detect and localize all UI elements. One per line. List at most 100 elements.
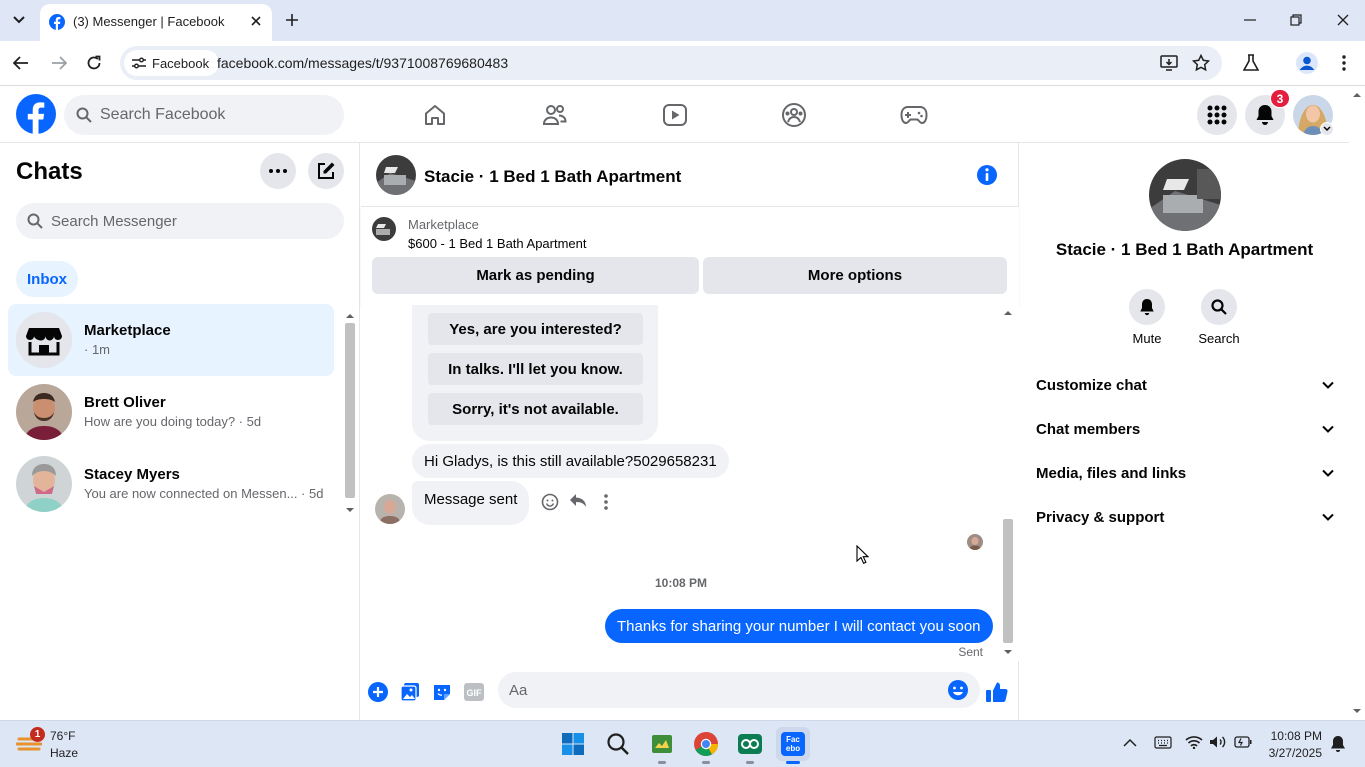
weather-condition[interactable]: Haze bbox=[50, 746, 78, 760]
reload-icon[interactable] bbox=[82, 51, 106, 75]
weather-temperature[interactable]: 76°F bbox=[50, 729, 75, 743]
incoming-message[interactable]: Message sent bbox=[412, 481, 530, 525]
wifi-icon[interactable] bbox=[1185, 735, 1203, 749]
listing-avatar[interactable] bbox=[376, 155, 416, 195]
search-in-conversation-action[interactable]: Search bbox=[1189, 289, 1249, 346]
restore-window-icon[interactable] bbox=[1284, 8, 1308, 32]
chats-options-button[interactable] bbox=[260, 153, 296, 189]
account-chevron-down-icon[interactable] bbox=[1320, 122, 1334, 136]
listing-title[interactable]: $600 - 1 Bed 1 Bath Apartment bbox=[408, 236, 587, 251]
info-icon[interactable] bbox=[975, 163, 999, 187]
browser-tab[interactable]: (3) Messenger | Facebook bbox=[40, 4, 272, 41]
chat-list-scrollbar[interactable] bbox=[343, 308, 357, 518]
facebook-taskbar-app[interactable]: Fac ebo bbox=[776, 727, 810, 764]
customize-chat-section[interactable]: Customize chat bbox=[1036, 373, 1334, 397]
privacy-support-section[interactable]: Privacy & support bbox=[1036, 505, 1334, 529]
windows-taskbar: 1 76°F Haze Fac ebo 10:08 PM 3/27/2025 bbox=[0, 720, 1365, 767]
site-info-chip[interactable]: Facebook bbox=[124, 50, 220, 76]
facebook-favicon-icon bbox=[49, 14, 65, 30]
video-icon[interactable] bbox=[655, 99, 695, 131]
chat-row-stacey-myers[interactable]: Stacey Myers You are now connected on Me… bbox=[8, 448, 334, 520]
menu-grid-icon[interactable] bbox=[1197, 95, 1237, 135]
back-arrow-icon[interactable] bbox=[9, 51, 33, 75]
home-icon[interactable] bbox=[415, 99, 455, 131]
quick-reply-button[interactable]: Yes, are you interested? bbox=[428, 313, 643, 345]
notification-center-icon[interactable] bbox=[1330, 735, 1346, 753]
facebook-search-input[interactable]: Search Facebook bbox=[64, 95, 344, 135]
browser-tab-bar: (3) Messenger | Facebook bbox=[0, 0, 1365, 41]
outgoing-message[interactable]: Thanks for sharing your number I will co… bbox=[605, 609, 993, 643]
taskbar-search-icon[interactable] bbox=[601, 727, 635, 761]
show-hidden-icons-chevron-icon[interactable] bbox=[1123, 738, 1137, 747]
clock-date[interactable]: 3/27/2025 bbox=[1262, 746, 1322, 760]
info-panel-name: Stacie · 1 Bed 1 Bath Apartment bbox=[1055, 240, 1314, 259]
marketplace-store-icon bbox=[16, 312, 72, 368]
chats-panel: Chats Search Messenger Inbox Marketplace… bbox=[0, 143, 360, 720]
gaming-icon[interactable] bbox=[894, 99, 934, 131]
conversation-scrollbar[interactable] bbox=[1001, 305, 1015, 661]
mute-bell-icon bbox=[1129, 289, 1165, 325]
facebook-logo-icon[interactable] bbox=[16, 94, 56, 134]
search-icon bbox=[27, 213, 43, 229]
more-options-button[interactable]: More options bbox=[703, 257, 1007, 294]
close-window-icon[interactable] bbox=[1331, 8, 1355, 32]
browser-menu-icon[interactable] bbox=[1332, 51, 1356, 75]
attach-image-icon[interactable] bbox=[398, 680, 422, 704]
react-emoji-icon[interactable] bbox=[541, 493, 559, 511]
quick-reply-button[interactable]: Sorry, it's not available. bbox=[428, 393, 643, 425]
mute-action[interactable]: Mute bbox=[1117, 289, 1177, 346]
site-chip-label: Facebook bbox=[152, 55, 210, 71]
chevron-down-icon bbox=[1322, 513, 1334, 521]
gif-icon[interactable]: GIF bbox=[462, 680, 486, 704]
forward-arrow-icon[interactable] bbox=[47, 51, 71, 75]
emoji-picker-icon[interactable] bbox=[947, 679, 969, 701]
groups-icon[interactable] bbox=[774, 99, 814, 131]
chat-preview: How are you doing today? · 5d bbox=[84, 414, 262, 429]
windows-start-icon[interactable] bbox=[556, 727, 590, 761]
chat-preview: You are now connected on Messen... · 5d bbox=[84, 486, 324, 501]
new-tab-plus-icon[interactable] bbox=[282, 10, 302, 30]
browser-profile-icon[interactable] bbox=[1295, 51, 1319, 75]
inbox-filter-tab[interactable]: Inbox bbox=[16, 261, 78, 297]
page-scrollbar[interactable] bbox=[1349, 87, 1365, 720]
plus-actions-icon[interactable] bbox=[366, 680, 390, 704]
address-bar[interactable]: Facebook facebook.com/messages/t/9371008… bbox=[120, 46, 1222, 80]
tab-search-button[interactable] bbox=[6, 7, 32, 33]
close-tab-icon[interactable] bbox=[247, 12, 265, 30]
sticker-icon[interactable] bbox=[430, 680, 454, 704]
new-message-button[interactable] bbox=[308, 153, 344, 189]
clock-time[interactable]: 10:08 PM bbox=[1262, 729, 1322, 743]
like-thumbs-up-icon[interactable] bbox=[984, 680, 1010, 704]
conversation-title[interactable]: Stacie · 1 Bed 1 Bath Apartment bbox=[424, 167, 681, 187]
chats-title: Chats bbox=[16, 158, 83, 185]
friends-icon[interactable] bbox=[535, 99, 575, 131]
message-more-icon[interactable] bbox=[604, 494, 608, 510]
install-app-icon[interactable] bbox=[1160, 54, 1178, 72]
avatar bbox=[16, 384, 72, 440]
conversation-info-panel: Stacie · 1 Bed 1 Bath Apartment Mute Sea… bbox=[1020, 143, 1349, 720]
reply-arrow-icon[interactable] bbox=[569, 493, 587, 509]
url-text[interactable]: facebook.com/messages/t/9371008769680483 bbox=[217, 55, 508, 71]
site-settings-icon bbox=[132, 57, 146, 69]
media-files-links-section[interactable]: Media, files and links bbox=[1036, 461, 1334, 485]
bookmark-star-icon[interactable] bbox=[1192, 54, 1210, 72]
chat-members-section[interactable]: Chat members bbox=[1036, 417, 1334, 441]
messenger-search-input[interactable]: Search Messenger bbox=[16, 203, 344, 239]
taskbar-app-icon[interactable] bbox=[733, 727, 767, 764]
minimize-window-icon[interactable] bbox=[1238, 8, 1262, 32]
chat-row-marketplace[interactable]: Marketplace · 1m bbox=[8, 304, 334, 376]
mark-as-pending-button[interactable]: Mark as pending bbox=[372, 257, 699, 294]
chrome-browser-icon[interactable] bbox=[689, 727, 723, 764]
incoming-message[interactable]: Hi Gladys, is this still available?50296… bbox=[412, 444, 729, 478]
listing-avatar-large[interactable] bbox=[1149, 159, 1221, 231]
chat-row-brett-oliver[interactable]: Brett Oliver How are you doing today? · … bbox=[8, 376, 334, 448]
taskbar-app-icon[interactable] bbox=[645, 727, 679, 764]
labs-flask-icon[interactable] bbox=[1239, 51, 1263, 75]
keyboard-icon[interactable] bbox=[1154, 736, 1172, 749]
section-label: Customize chat bbox=[1036, 376, 1147, 394]
quick-reply-button[interactable]: In talks. I'll let you know. bbox=[428, 353, 643, 385]
battery-icon[interactable] bbox=[1234, 736, 1252, 748]
message-input[interactable]: Aa bbox=[498, 672, 980, 708]
volume-icon[interactable] bbox=[1209, 735, 1227, 749]
weather-alert-badge: 1 bbox=[30, 727, 45, 742]
